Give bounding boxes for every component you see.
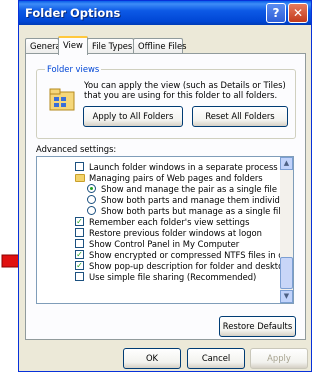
- radio-button[interactable]: [87, 195, 96, 204]
- tab-offline-files[interactable]: Offline Files: [133, 38, 187, 54]
- list-item-label: Show encrypted or compressed NTFS files …: [89, 250, 294, 260]
- list-scrollbar[interactable]: ▲ ▼: [280, 157, 293, 303]
- checkbox[interactable]: [75, 272, 84, 281]
- checkbox[interactable]: [75, 162, 84, 171]
- list-item-label: Show both parts but manage as a single f…: [101, 206, 286, 216]
- radio-button[interactable]: [87, 184, 96, 193]
- scroll-down-icon[interactable]: ▼: [280, 290, 293, 303]
- folder-views-icon: [49, 88, 75, 111]
- folder-views-label: Folder views: [45, 64, 102, 74]
- folder-options-dialog: Folder Options ? ✕ General View File Typ…: [18, 0, 312, 372]
- checkbox[interactable]: ✓: [75, 250, 84, 259]
- list-item-label: Show Control Panel in My Computer: [89, 239, 240, 249]
- apply-button[interactable]: Apply: [250, 348, 308, 369]
- cancel-button[interactable]: Cancel: [187, 348, 245, 369]
- checkbox[interactable]: ✓: [75, 261, 84, 270]
- folder-views-description: You can apply the view (such as Details …: [84, 80, 286, 100]
- window-title: Folder Options: [25, 6, 121, 20]
- view-tab-panel: Folder views You can apply the view (suc…: [25, 53, 306, 340]
- scroll-thumb[interactable]: [280, 257, 293, 289]
- list-item-label: Use simple file sharing (Recommended): [89, 272, 257, 282]
- help-button[interactable]: ?: [266, 3, 286, 23]
- list-item-label: Show both parts and manage them individu…: [101, 195, 294, 205]
- list-item-label: Restore previous folder windows at logon: [89, 228, 262, 238]
- tab-view[interactable]: View: [58, 36, 88, 55]
- list-item-label: Launch folder windows in a separate proc…: [89, 162, 278, 172]
- checkbox[interactable]: [75, 228, 84, 237]
- list-item-label: Managing pairs of Web pages and folders: [89, 173, 263, 183]
- close-button[interactable]: ✕: [288, 3, 308, 23]
- list-item-label: Show pop-up description for folder and d…: [89, 261, 294, 271]
- ok-button[interactable]: OK: [123, 348, 181, 369]
- reset-all-folders-button[interactable]: Reset All Folders: [192, 106, 288, 127]
- tab-general[interactable]: General: [25, 38, 63, 54]
- radio-button[interactable]: [87, 206, 96, 215]
- checkbox[interactable]: ✓: [75, 217, 84, 226]
- restore-defaults-button[interactable]: Restore Defaults: [219, 316, 296, 337]
- checkbox[interactable]: [75, 239, 84, 248]
- folder-views-group: Folder views You can apply the view (suc…: [36, 64, 296, 139]
- advanced-settings-label: Advanced settings:: [36, 144, 117, 154]
- list-item-label: Remember each folder's view settings: [89, 217, 250, 227]
- title-bar[interactable]: Folder Options ? ✕: [19, 1, 311, 25]
- tab-file-types[interactable]: File Types: [87, 38, 134, 54]
- list-item-label: Show and manage the pair as a single fil…: [101, 184, 277, 194]
- advanced-settings-list[interactable]: Launch folder windows in a separate proc…: [36, 156, 294, 304]
- apply-to-all-folders-button[interactable]: Apply to All Folders: [83, 106, 183, 127]
- folder-icon: [75, 174, 85, 182]
- scroll-up-icon[interactable]: ▲: [280, 157, 293, 170]
